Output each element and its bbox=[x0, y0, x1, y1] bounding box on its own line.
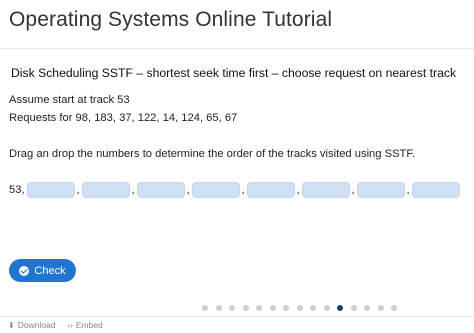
pager-dot-3[interactable] bbox=[229, 305, 235, 311]
pager-dot-8[interactable] bbox=[296, 305, 303, 311]
pager-dot-15[interactable] bbox=[391, 305, 397, 311]
pager-dot-11[interactable] bbox=[337, 305, 343, 311]
task-title: Disk Scheduling SSTF – shortest seek tim… bbox=[11, 66, 457, 80]
check-button-label: Check bbox=[34, 264, 66, 277]
slot-separator: , bbox=[241, 184, 245, 196]
drop-slot-4[interactable] bbox=[191, 182, 240, 198]
drop-slot-3[interactable] bbox=[136, 182, 185, 198]
code-icon: ‹› bbox=[67, 320, 73, 330]
pager-dot-9[interactable] bbox=[310, 305, 316, 311]
answer-prefix: 53, bbox=[9, 184, 25, 196]
slot-separator: , bbox=[131, 184, 135, 196]
slot-separator: , bbox=[351, 184, 355, 196]
download-link[interactable]: ⬇ Download bbox=[8, 320, 56, 330]
footer: ⬇ Download ‹› Embed bbox=[0, 316, 474, 333]
drop-slot-8[interactable] bbox=[411, 182, 460, 198]
slot-separator: , bbox=[406, 184, 410, 196]
pager-dot-14[interactable] bbox=[377, 305, 384, 311]
pager-dot-7[interactable] bbox=[283, 305, 289, 311]
slot-separator: , bbox=[296, 184, 300, 196]
slot-separator: , bbox=[186, 184, 190, 196]
slide-pager bbox=[202, 304, 405, 312]
check-button[interactable]: Check bbox=[9, 259, 76, 282]
pager-dot-13[interactable] bbox=[364, 305, 370, 311]
check-circle-icon bbox=[19, 265, 30, 276]
drop-slot-6[interactable] bbox=[301, 182, 350, 198]
drop-slot-7[interactable] bbox=[356, 182, 405, 198]
pager-dot-1[interactable] bbox=[202, 305, 208, 311]
pager-dot-2[interactable] bbox=[215, 305, 222, 311]
slot-separator: , bbox=[76, 184, 80, 196]
drop-slot-2[interactable] bbox=[81, 182, 130, 198]
drop-slot-5[interactable] bbox=[246, 182, 295, 198]
pager-dot-5[interactable] bbox=[256, 305, 262, 311]
download-icon: ⬇ bbox=[8, 320, 15, 330]
download-label: Download bbox=[17, 320, 56, 330]
drop-slot-1[interactable] bbox=[26, 182, 75, 198]
pager-dot-10[interactable] bbox=[323, 305, 330, 311]
header-divider bbox=[0, 48, 474, 49]
pager-dot-4[interactable] bbox=[242, 305, 249, 311]
pager-dot-6[interactable] bbox=[269, 305, 276, 311]
embed-label: Embed bbox=[75, 320, 103, 330]
start-track-text: Assume start at track 53 bbox=[9, 94, 130, 106]
answer-row: 53, , , , , , , , bbox=[9, 181, 460, 199]
pager-dot-12[interactable] bbox=[350, 305, 357, 311]
instruction-text: Drag an drop the numbers to determine th… bbox=[9, 148, 416, 160]
page-title: Operating Systems Online Tutorial bbox=[9, 8, 333, 31]
requests-text: Requests for 98, 183, 37, 122, 14, 124, … bbox=[9, 112, 238, 124]
embed-link[interactable]: ‹› Embed bbox=[68, 320, 103, 330]
